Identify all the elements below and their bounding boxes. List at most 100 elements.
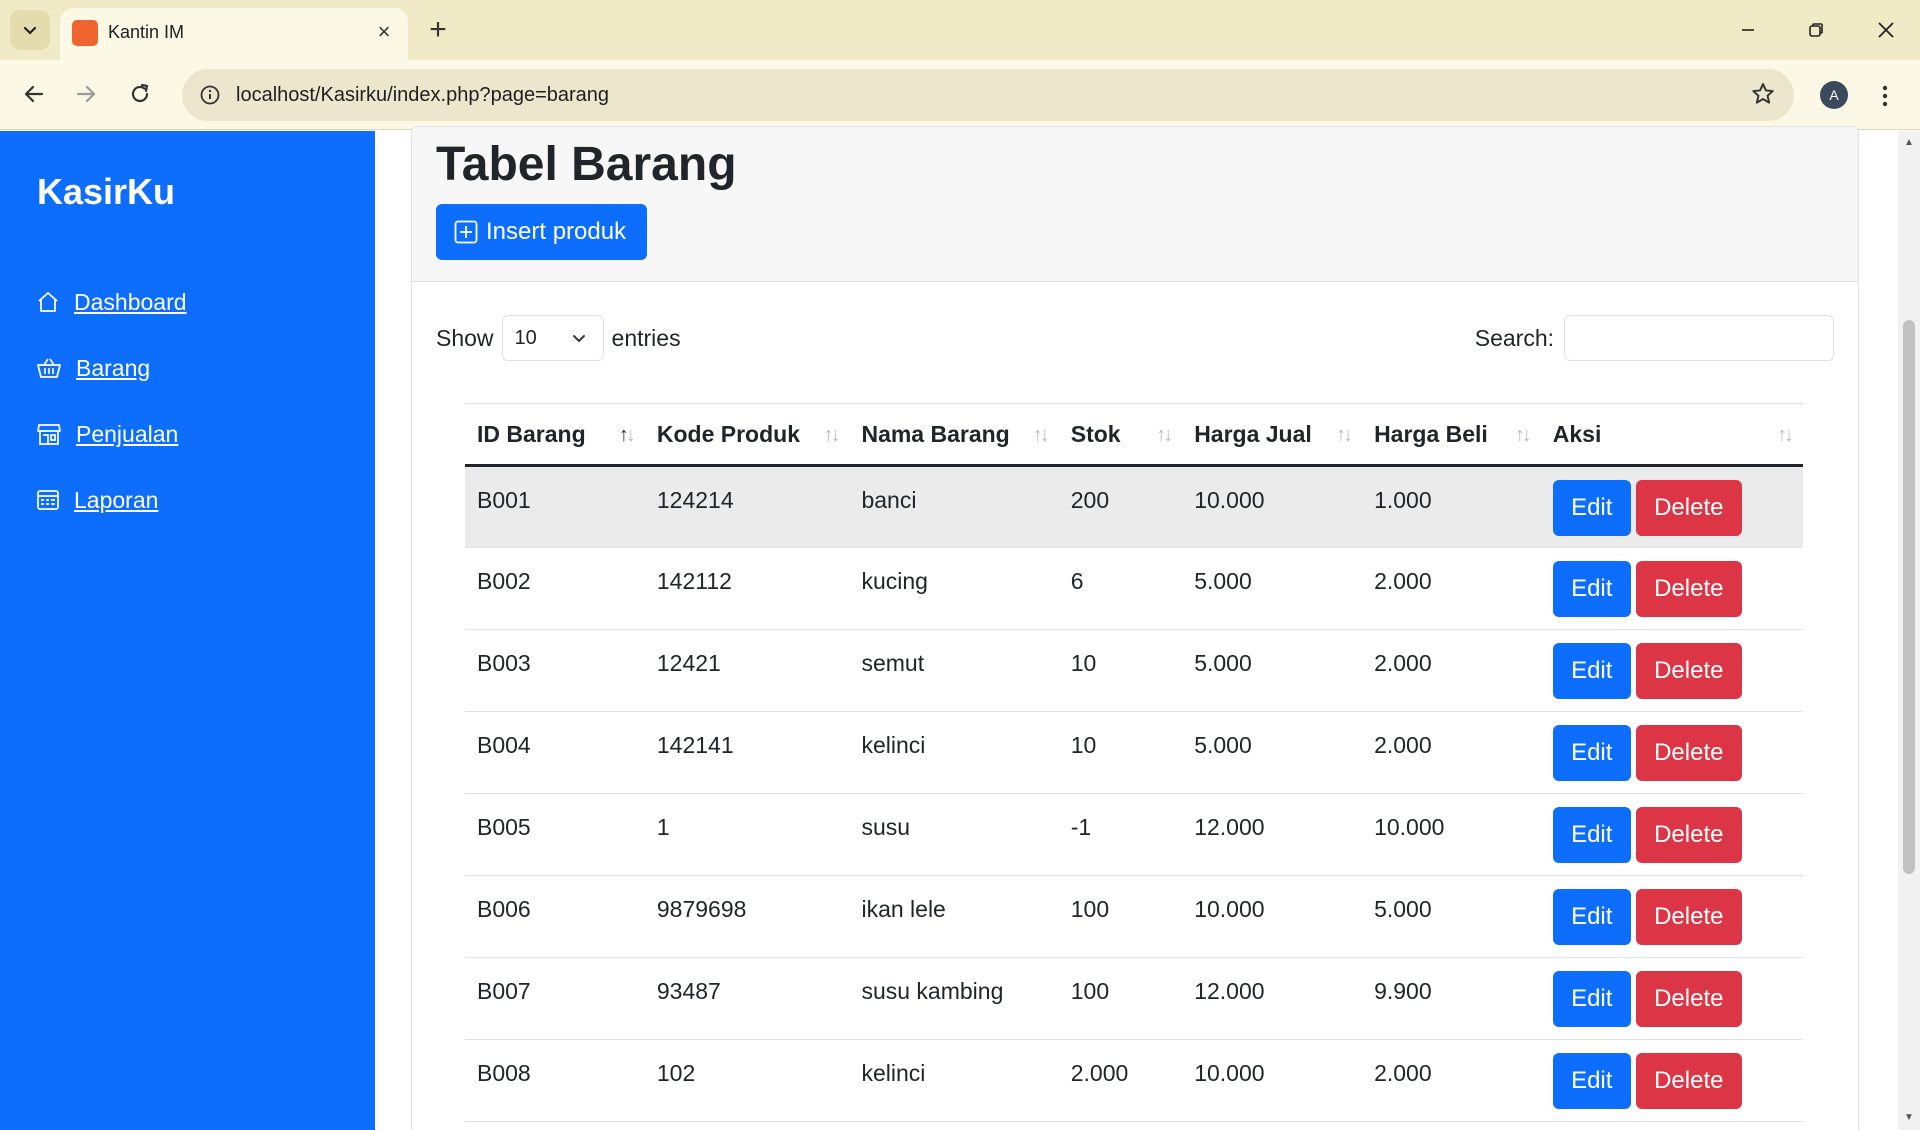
edit-button[interactable]: Edit [1552, 725, 1631, 781]
column-header-label: Aksi [1552, 420, 1602, 447]
cell-stok: 100 [1058, 875, 1183, 958]
column-header-label: Kode Produk [656, 420, 800, 447]
cell-aksi: Edit Delete [1540, 875, 1803, 958]
cell-harga-beli: 10.000 [1362, 793, 1541, 876]
cell-harga-jual: 12.000 [1182, 793, 1363, 876]
sidebar-item-label: Laporan [74, 486, 159, 513]
delete-button[interactable]: Delete [1635, 480, 1742, 536]
xampp-favicon-icon [72, 20, 98, 46]
column-header-label: Stok [1070, 420, 1121, 447]
tab-title: Kantin IM [108, 22, 185, 42]
close-tab-icon[interactable]: × [370, 18, 398, 46]
table-row: B001 124214 banci 200 10.000 1.000 Edit D… [465, 465, 1803, 548]
reload-icon[interactable] [120, 74, 160, 114]
delete-button[interactable]: Delete [1635, 807, 1742, 863]
page-scrollbar[interactable]: ▲ ▼ [1898, 131, 1920, 1130]
sidebar: KasirKu Dashboard Barang Penjualan Lapor… [0, 131, 375, 1130]
bookmark-star-icon[interactable] [1750, 81, 1776, 112]
cell-harga-beli: 1.000 [1362, 465, 1541, 548]
delete-button[interactable]: Delete [1635, 889, 1742, 945]
sort-icon: ↑↓ [1156, 424, 1173, 446]
entries-select[interactable]: 10 [501, 315, 604, 361]
scroll-up-icon[interactable]: ▲ [1903, 137, 1915, 149]
close-window-icon[interactable] [1852, 0, 1920, 60]
sidebar-item-laporan[interactable]: Laporan [36, 484, 158, 516]
delete-button[interactable]: Delete [1635, 643, 1742, 699]
sort-icon: ↑↓ [1514, 424, 1532, 446]
cell-harga-jual: 5.000 [1182, 547, 1363, 630]
back-icon[interactable] [14, 74, 54, 114]
profile-avatar[interactable]: A [1820, 81, 1848, 109]
sidebar-item-dashboard[interactable]: Dashboard [36, 286, 187, 318]
column-header-kode[interactable]: Kode Produk ↑↓ [644, 403, 850, 467]
cell-id: B006 [465, 875, 645, 958]
forward-icon[interactable] [66, 74, 106, 114]
edit-button[interactable]: Edit [1552, 889, 1631, 945]
delete-button[interactable]: Delete [1635, 725, 1742, 781]
plus-square-icon [454, 220, 478, 244]
sidebar-item-penjualan[interactable]: Penjualan [36, 418, 178, 450]
cell-nama: kucing [849, 547, 1059, 630]
cell-harga-beli: 2.000 [1362, 711, 1541, 794]
cell-kode: 93487 [644, 957, 850, 1040]
delete-button[interactable]: Delete [1635, 971, 1742, 1027]
products-table: ID Barang ↑↓ Kode Produk ↑↓ Nama Barang ↑↓ … [465, 403, 1803, 1122]
sort-icon: ↑↓ [1032, 424, 1050, 446]
sort-icon: ↑↓ [823, 424, 840, 446]
address-bar[interactable]: localhost/Kasirku/index.php?page=barang [182, 69, 1794, 121]
edit-button[interactable]: Edit [1552, 643, 1631, 699]
cell-harga-jual: 5.000 [1182, 711, 1363, 794]
sort-icon: ↑↓ [1777, 424, 1794, 446]
minimize-icon[interactable] [1714, 0, 1782, 60]
browser-toolbar: localhost/Kasirku/index.php?page=barang … [0, 60, 1920, 130]
page-title: Tabel Barang [436, 138, 737, 191]
column-header-label: Nama Barang [861, 420, 1010, 447]
browser-tab-bar: Kantin IM × + [0, 0, 1920, 60]
cell-aksi: Edit Delete [1540, 957, 1803, 1040]
cell-stok: 10 [1058, 629, 1183, 712]
scroll-down-icon[interactable]: ▼ [1903, 1112, 1915, 1124]
cell-id: B001 [465, 465, 645, 548]
cell-nama: ikan lele [849, 875, 1059, 958]
home-icon [38, 292, 58, 312]
edit-button[interactable]: Edit [1552, 1053, 1631, 1109]
cell-id: B008 [465, 1039, 645, 1122]
more-menu-icon[interactable] [1870, 78, 1900, 114]
sidebar-item-barang[interactable]: Barang [36, 352, 150, 384]
edit-button[interactable]: Edit [1552, 561, 1631, 617]
column-header-stok[interactable]: Stok ↑↓ [1058, 403, 1183, 467]
page-viewport: KasirKu Dashboard Barang Penjualan Lapor… [0, 126, 1920, 1130]
column-header-harga-jual[interactable]: Harga Jual ↑↓ [1182, 403, 1363, 467]
delete-button[interactable]: Delete [1635, 561, 1742, 617]
table-header-row: ID Barang ↑↓ Kode Produk ↑↓ Nama Barang ↑↓ … [465, 403, 1803, 467]
search-input[interactable] [1564, 315, 1834, 361]
column-header-nama[interactable]: Nama Barang ↑↓ [849, 403, 1059, 467]
restore-icon[interactable] [1782, 0, 1850, 60]
cell-kode: 12421 [644, 629, 850, 712]
cell-nama: semut [849, 629, 1059, 712]
column-header-aksi[interactable]: Aksi ↑↓ [1540, 403, 1803, 467]
table-row: B006 9879698 ikan lele 100 10.000 5.000 … [465, 875, 1803, 958]
delete-button[interactable]: Delete [1635, 1053, 1742, 1109]
tab-search-button[interactable] [10, 10, 50, 50]
basket-icon [37, 358, 61, 378]
site-info-icon[interactable] [194, 79, 226, 111]
edit-button[interactable]: Edit [1552, 971, 1631, 1027]
new-tab-icon[interactable]: + [420, 12, 456, 48]
browser-tab[interactable]: Kantin IM × [60, 8, 408, 60]
cell-harga-jual: 10.000 [1182, 1039, 1363, 1122]
column-header-harga-beli[interactable]: Harga Beli ↑↓ [1362, 403, 1541, 467]
table-row: B005 1 susu -1 12.000 10.000 Edit Delete [465, 793, 1803, 876]
edit-button[interactable]: Edit [1552, 480, 1631, 536]
cell-harga-beli: 9.900 [1362, 957, 1541, 1040]
cell-id: B007 [465, 957, 645, 1040]
column-header-id[interactable]: ID Barang ↑↓ [465, 403, 645, 467]
entries-label: entries [611, 324, 681, 351]
cell-kode: 142141 [644, 711, 850, 794]
insert-product-button[interactable]: Insert produk [436, 204, 647, 260]
scrollbar-thumb[interactable] [1903, 320, 1915, 874]
edit-button[interactable]: Edit [1552, 807, 1631, 863]
cell-kode: 102 [644, 1039, 850, 1122]
sidebar-item-label: Penjualan [76, 420, 179, 447]
sidebar-item-label: Dashboard [74, 288, 187, 315]
